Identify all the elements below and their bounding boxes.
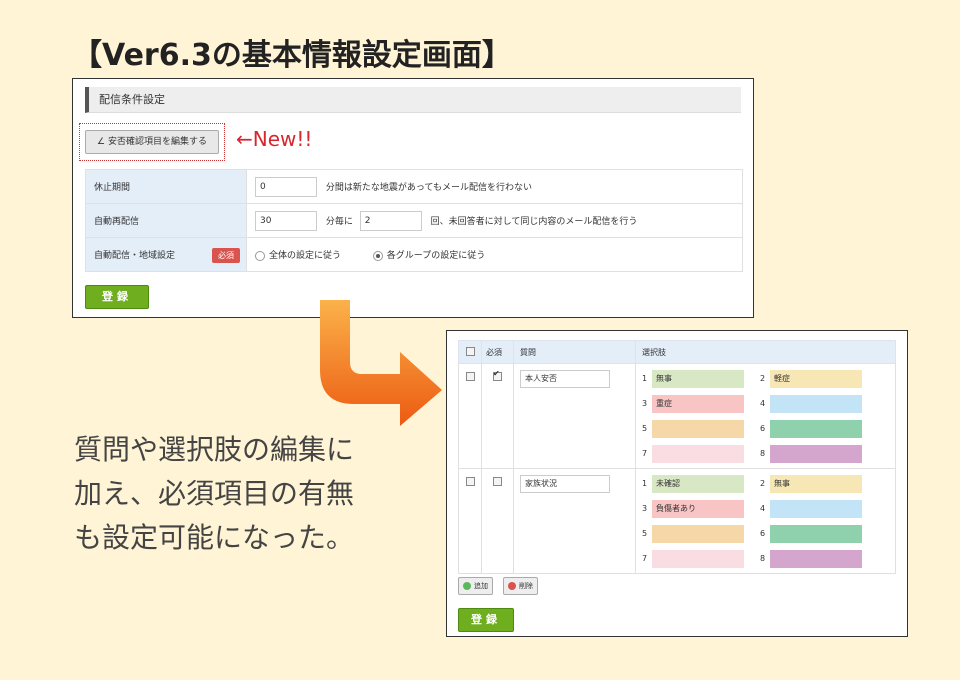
register-button[interactable]: 登録 — [458, 608, 514, 632]
edit-safety-items-button[interactable]: ∠ 安否確認項目を編集する — [85, 130, 219, 154]
choices-header: 選択肢 — [635, 340, 896, 364]
choice-input[interactable] — [770, 395, 862, 413]
choice-input[interactable]: 負傷者あり — [652, 500, 744, 518]
table-row: 本人安否 1 無事 2 軽症 3 重症 4 5 6 7 8 — [458, 363, 896, 469]
row-description: 回、未回答者に対して同じ内容のメール配信を行う — [430, 217, 638, 227]
delete-label: 削除 — [519, 582, 533, 590]
question-input[interactable]: 本人安否 — [520, 370, 610, 388]
table-row: 自動配信・地域設定 必須 全体の設定に従う 各グループの設定に従う — [85, 237, 743, 272]
choice-input[interactable] — [770, 500, 862, 518]
question-header: 質問 — [513, 340, 636, 364]
choices-grid: 1 未確認 2 無事 3 負傷者あり 4 5 6 7 8 — [636, 469, 895, 573]
choice-input[interactable] — [652, 525, 744, 543]
choice-input[interactable] — [770, 525, 862, 543]
choice-number: 1 — [642, 479, 648, 488]
required-badge: 必須 — [212, 248, 240, 263]
choice-number: 7 — [642, 554, 648, 563]
question-input[interactable]: 家族状況 — [520, 475, 610, 493]
choice-number: 4 — [760, 399, 766, 408]
choice-input[interactable] — [652, 550, 744, 568]
choice-input[interactable]: 軽症 — [770, 370, 862, 388]
table-row: 家族状況 1 未確認 2 無事 3 負傷者あり 4 5 6 7 8 — [458, 468, 896, 574]
section-header: 配信条件設定 — [85, 87, 741, 113]
choice-number: 7 — [642, 449, 648, 458]
radio-group-setting[interactable] — [372, 250, 383, 261]
required-header: 必須 — [481, 340, 514, 364]
choices-grid: 1 無事 2 軽症 3 重症 4 5 6 7 8 — [636, 364, 895, 468]
choice-number: 2 — [760, 479, 766, 488]
choice-number: 3 — [642, 504, 648, 513]
choice-number: 6 — [760, 424, 766, 433]
edit-button-highlight: ∠ 安否確認項目を編集する — [79, 123, 225, 161]
select-all-checkbox[interactable] — [465, 346, 475, 356]
choice-input[interactable] — [770, 420, 862, 438]
plus-icon — [463, 582, 471, 590]
row-select-checkbox[interactable] — [465, 372, 475, 381]
pause-minutes-input[interactable]: 0 — [255, 176, 317, 197]
choice-number: 5 — [642, 424, 648, 433]
choice-number: 2 — [760, 374, 766, 383]
choice-number: 5 — [642, 529, 648, 538]
remove-icon — [508, 582, 516, 590]
choice-input[interactable] — [770, 550, 862, 568]
choice-input[interactable] — [770, 445, 862, 463]
choice-input[interactable] — [652, 445, 744, 463]
page-title: 【Ver6.3の基本情報設定画面】 — [72, 38, 512, 73]
delete-button[interactable]: 削除 — [503, 577, 538, 595]
redelivery-count-input[interactable]: 2 — [359, 210, 422, 231]
redelivery-interval-input[interactable]: 30 — [255, 210, 317, 231]
caption-line: も設定可能になった。 — [74, 521, 355, 554]
choice-number: 4 — [760, 504, 766, 513]
feature-caption: 質問や選択肢の編集に 加え、必須項目の有無 も設定可能になった。 — [74, 428, 354, 560]
new-annotation: ←New!! — [236, 127, 313, 151]
add-label: 追加 — [474, 582, 488, 590]
question-editor-panel: 必須 質問 選択肢 本人安否 1 無事 2 軽症 3 重症 4 5 6 7 8 家族状況 1 未確認 2… — [446, 330, 908, 637]
table-row: 自動再配信 30 分毎に 2 回、未回答者に対して同じ内容のメール配信を行う — [85, 203, 743, 238]
caption-line: 質問や選択肢の編集に — [74, 433, 355, 466]
choice-input[interactable] — [652, 420, 744, 438]
radio-global-setting[interactable] — [255, 250, 265, 261]
radio-label: 全体の設定に従う — [269, 251, 342, 261]
choice-number: 1 — [642, 374, 648, 383]
choice-number: 8 — [760, 449, 766, 458]
choice-input[interactable]: 無事 — [770, 475, 862, 493]
question-table: 必須 質問 選択肢 本人安否 1 無事 2 軽症 3 重症 4 5 6 7 8 家族状況 1 未確認 2… — [458, 340, 896, 574]
choice-input[interactable]: 重症 — [652, 395, 744, 413]
row-label: 自動配信・地域設定 — [94, 251, 176, 261]
row-select-checkbox[interactable] — [465, 477, 475, 486]
add-button[interactable]: 追加 — [458, 577, 493, 595]
table-header-row: 必須 質問 選択肢 — [458, 340, 896, 364]
required-checkbox[interactable] — [493, 477, 502, 486]
row-label: 休止期間 — [85, 169, 247, 204]
settings-form-table: 休止期間 0 分間は新たな地震があってもメール配信を行わない 自動再配信 30 … — [85, 169, 743, 272]
choice-number: 8 — [760, 554, 766, 563]
choice-input[interactable]: 未確認 — [652, 475, 744, 493]
register-button[interactable]: 登録 — [85, 285, 149, 309]
transition-arrow-icon — [320, 300, 442, 426]
row-mid-text: 分毎に — [325, 217, 353, 227]
delivery-settings-panel: 配信条件設定 ∠ 安否確認項目を編集する ←New!! 休止期間 0 分間は新た… — [72, 78, 754, 318]
choice-number: 6 — [760, 529, 766, 538]
choice-input[interactable]: 無事 — [652, 370, 744, 388]
table-row: 休止期間 0 分間は新たな地震があってもメール配信を行わない — [85, 169, 743, 204]
row-description: 分間は新たな地震があってもメール配信を行わない — [325, 183, 532, 193]
choice-number: 3 — [642, 399, 648, 408]
caption-line: 加え、必須項目の有無 — [74, 477, 355, 510]
row-label: 自動再配信 — [85, 203, 247, 238]
radio-label: 各グループの設定に従う — [386, 251, 486, 261]
required-checkbox[interactable] — [493, 369, 502, 381]
